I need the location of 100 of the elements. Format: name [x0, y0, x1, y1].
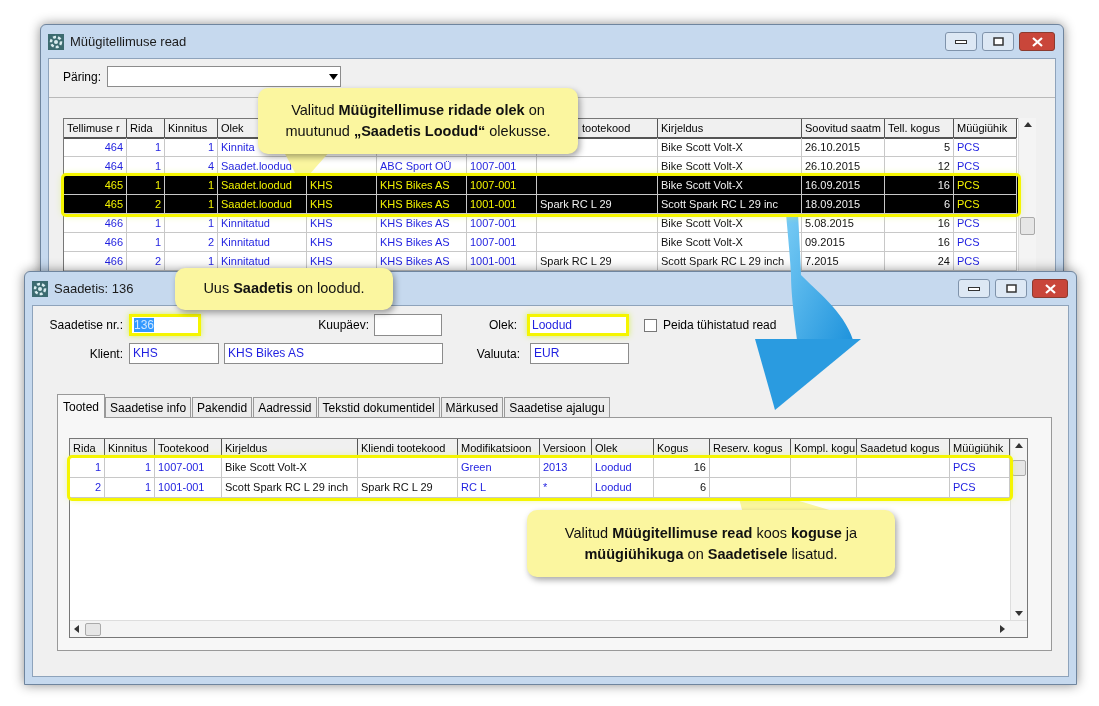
- maximize-button[interactable]: [982, 32, 1014, 51]
- table-cell: Kinnita: [221, 141, 255, 153]
- table-cell: 1: [207, 255, 214, 267]
- scroll-down-icon: [1015, 611, 1023, 616]
- column-header[interactable]: Kirjeldus: [225, 442, 268, 454]
- column-header[interactable]: Kirjeldus: [661, 122, 704, 134]
- scroll-left-icon: [74, 625, 79, 633]
- table-row[interactable]: 465 1 1 Saadet.loodud KHS KHS Bikes AS 1007-001 Bike Scott Volt-X 16.09.2015 16 PCS: [64, 176, 1018, 195]
- table-cell: PCS: [957, 179, 980, 191]
- table-cell: Spark RC L 29: [540, 198, 612, 210]
- table-cell: ABC Sport OÜ: [380, 160, 452, 172]
- gear-icon: [31, 279, 49, 298]
- callout-text: Valitud Müügitellimuse read koos koguse ja müügiühikuga on Saadetisele lisatud.: [563, 523, 859, 564]
- tab[interactable]: Saadetise ajalugu: [504, 397, 610, 417]
- table-cell: 464: [104, 160, 123, 172]
- table-cell: Bike Scott Volt-X: [661, 160, 743, 172]
- tab[interactable]: Tekstid dokumentidel: [317, 397, 440, 417]
- table-cell: 1: [154, 236, 161, 248]
- maximize-icon: [1005, 284, 1017, 293]
- scroll-thumb[interactable]: [85, 622, 101, 636]
- table-cell: 2: [154, 198, 161, 210]
- table-cell: 5.08.2015: [805, 217, 854, 229]
- table-cell: Saadet.loodud: [221, 179, 292, 191]
- table-cell: KHS Bikes AS: [380, 255, 450, 267]
- close-icon: [1044, 283, 1056, 294]
- tab[interactable]: Saadetise info: [105, 397, 192, 417]
- close-button[interactable]: [1032, 279, 1068, 298]
- table-cell: Kinnitatud: [221, 217, 270, 229]
- callout-text: Valitud Müügitellimuse ridade olek on muutunud „Saadetis Loodud“ olekusse.: [284, 101, 552, 141]
- table-cell: Scott Spark RC L 29 inch: [661, 255, 785, 267]
- table-cell: 1: [154, 179, 161, 191]
- table-cell: Saadet.loodud: [221, 198, 292, 210]
- table-cell: 1: [207, 179, 214, 191]
- table-cell: 1007-001: [470, 160, 517, 172]
- maximize-icon: [992, 37, 1004, 46]
- scrollbar[interactable]: [70, 620, 1027, 637]
- table-cell: 1007-001: [470, 179, 517, 191]
- table-cell: 1001-001: [155, 478, 222, 498]
- table-cell: 7.2015: [805, 255, 839, 267]
- table-cell: KHS: [310, 198, 333, 210]
- tab[interactable]: Tooted: [57, 394, 106, 418]
- checkbox[interactable]: [644, 318, 657, 332]
- query-dropdown[interactable]: [107, 66, 341, 87]
- tab[interactable]: Märkused: [440, 397, 504, 417]
- table-cell: 18.09.2015: [805, 198, 861, 210]
- input-field[interactable]: [374, 314, 442, 336]
- scroll-up-icon: [1023, 122, 1032, 127]
- column-header[interactable]: Olek: [221, 122, 244, 134]
- table-row[interactable]: 466 1 2 Kinnitatud KHS KHS Bikes AS 1007-001 Bike Scott Volt-X 09.2015 16 PCS: [64, 233, 1018, 252]
- table-cell: Kinnitatud: [221, 236, 270, 248]
- table-cell: 466: [104, 217, 123, 229]
- maximize-button[interactable]: [995, 279, 1027, 298]
- table-cell: 4: [207, 160, 214, 172]
- table-cell: 6: [654, 478, 710, 498]
- field-label: Klient:: [88, 345, 123, 363]
- table-cell: *: [540, 478, 592, 498]
- table-cell: KHS Bikes AS: [380, 236, 450, 248]
- table-cell: 24: [937, 255, 950, 267]
- table-cell: 1007-001: [470, 217, 517, 229]
- table-cell: PCS: [957, 255, 980, 267]
- input-field[interactable]: KHS Bikes AS: [224, 343, 443, 364]
- checkbox-label: Peida tühistatud read: [663, 317, 777, 334]
- table-cell: 466: [104, 255, 123, 267]
- table-cell: PCS: [957, 236, 980, 248]
- table-cell: KHS Bikes AS: [380, 217, 450, 229]
- table-cell: PCS: [950, 478, 1010, 498]
- table-cell: 1: [154, 160, 161, 172]
- tab[interactable]: Pakendid: [192, 397, 253, 417]
- field-label: Päring:: [63, 68, 101, 86]
- scrollbar[interactable]: [1018, 118, 1036, 274]
- scrollbar[interactable]: [1010, 439, 1027, 620]
- close-button[interactable]: [1019, 32, 1055, 51]
- table-cell: 1: [154, 141, 161, 153]
- input-field[interactable]: KHS: [129, 343, 219, 364]
- tab[interactable]: Aadressid: [253, 397, 317, 417]
- table-cell: KHS Bikes AS: [380, 179, 450, 191]
- table-cell: 1: [105, 478, 155, 498]
- table-cell: 465: [104, 179, 123, 191]
- scroll-right-icon: [1000, 625, 1005, 633]
- table-cell: Kinnitatud: [221, 255, 270, 267]
- table-cell: KHS: [310, 179, 333, 191]
- table-cell: KHS Bikes AS: [380, 198, 450, 210]
- field-label: Kuupäev:: [317, 317, 369, 334]
- table-cell: [791, 478, 857, 498]
- input-field[interactable]: Loodud: [527, 314, 629, 336]
- table-cell: 1: [154, 217, 161, 229]
- table-cell: 16: [937, 179, 950, 191]
- minimize-button[interactable]: [945, 32, 977, 51]
- table-cell: 2: [70, 478, 105, 498]
- field-label: Saadetise nr.:: [48, 317, 123, 334]
- table-row[interactable]: 466 2 1 Kinnitatud KHS KHS Bikes AS 1001-001 Spark RC L 29 Scott Spark RC L 29 inch 7.2015 24 PCS: [64, 252, 1018, 271]
- table-cell: 1: [207, 217, 214, 229]
- minimize-button[interactable]: [958, 279, 990, 298]
- table-cell: 1: [207, 141, 214, 153]
- scroll-thumb[interactable]: [1020, 217, 1035, 235]
- table-cell: 26.10.2015: [805, 141, 861, 153]
- table-row[interactable]: 465 2 1 Saadet.loodud KHS KHS Bikes AS 1001-001 Spark RC L 29 Scott Spark RC L 29 inc 18.09.2015 6 PCS: [64, 195, 1018, 214]
- input-field[interactable]: EUR: [530, 343, 629, 364]
- table-cell: Bike Scott Volt-X: [661, 141, 743, 153]
- table-cell: 465: [104, 198, 123, 210]
